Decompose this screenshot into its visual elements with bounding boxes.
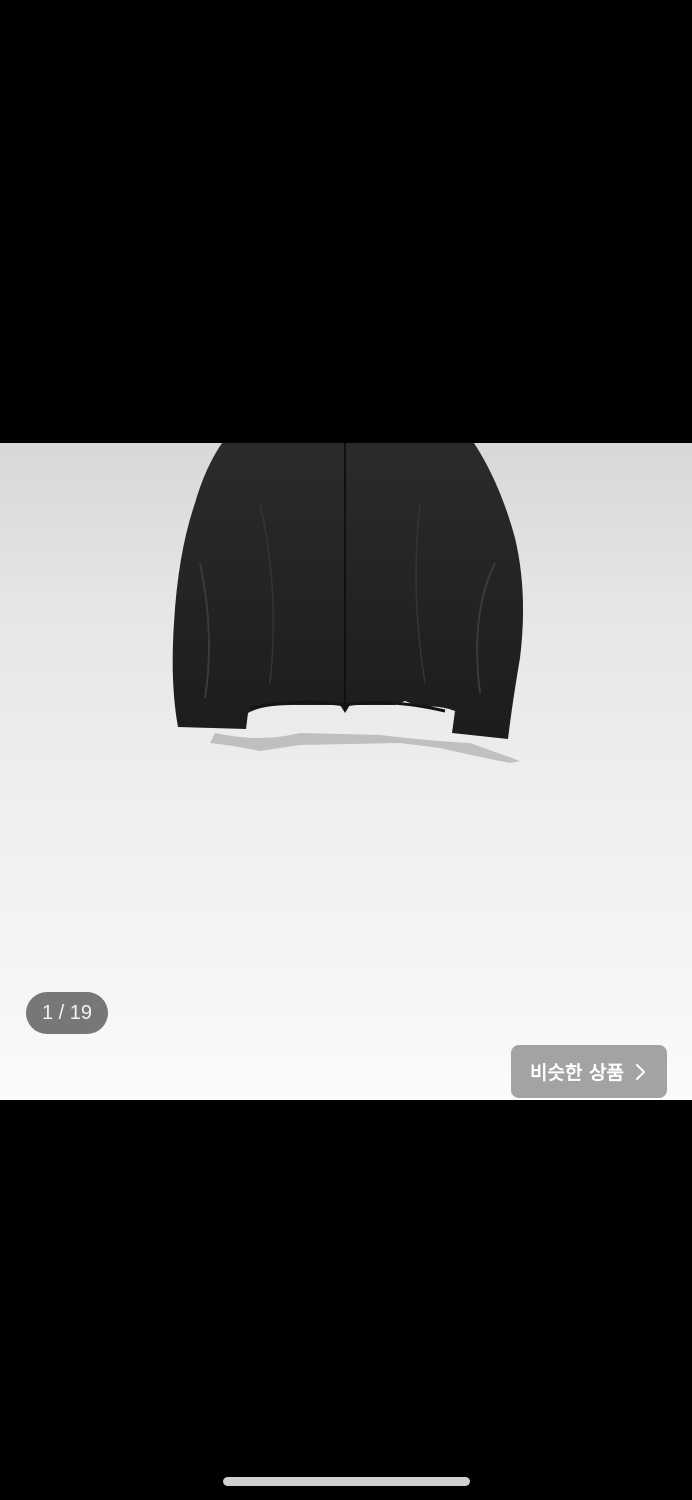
similar-products-label: 비슷한 상품 xyxy=(529,1062,624,1084)
image-counter-text: 1 / 19 xyxy=(41,1001,93,1024)
similar-products-button[interactable]: 비슷한 상품 xyxy=(511,1045,667,1098)
home-indicator[interactable] xyxy=(223,1477,470,1486)
image-counter: 1 / 19 xyxy=(26,992,108,1034)
letterbox-bottom xyxy=(0,1100,692,1500)
chevron-right-icon xyxy=(636,1063,645,1080)
viewer-screen: 1 / 19 비슷한 상품 xyxy=(0,0,692,1500)
letterbox-top xyxy=(0,0,692,443)
